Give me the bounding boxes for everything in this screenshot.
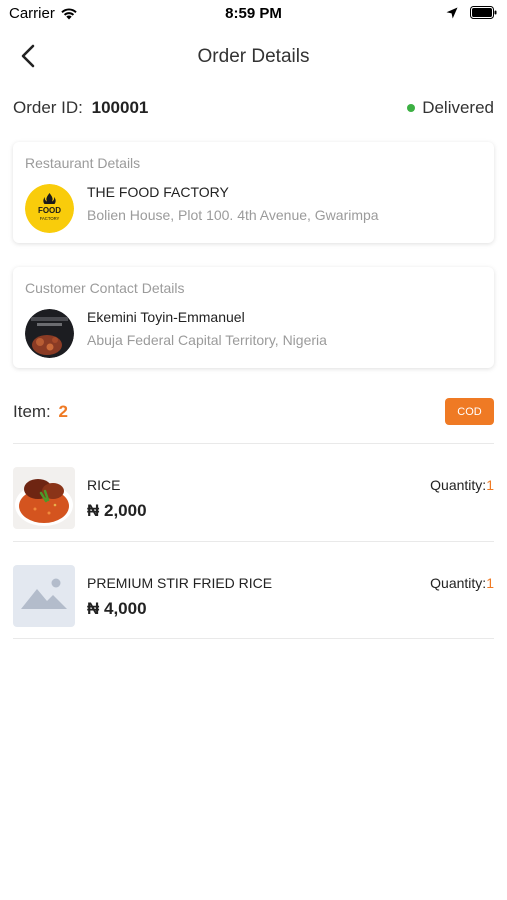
item-quantity-value: 1 [486, 575, 494, 591]
food-photo-icon [13, 467, 75, 529]
page-title: Order Details [197, 46, 310, 67]
customer-card-title: Customer Contact Details [25, 280, 185, 296]
payment-method-badge[interactable]: COD [445, 398, 494, 425]
customer-contact-card: Customer Contact Details Ekemini Toyin-E… [13, 267, 494, 368]
customer-name[interactable]: Ekemini Toyin-Emmanuel [87, 309, 245, 325]
item-quantity: Quantity:1 [430, 575, 494, 591]
navigation-bar: Order Details [0, 36, 507, 76]
order-item[interactable]: PREMIUM STIR FRIED RICE ₦ 4,000 Quantity… [13, 565, 494, 627]
battery-icon [470, 6, 497, 19]
order-item[interactable]: RICE ₦ 2,000 Quantity:1 [13, 467, 494, 529]
item-count-label: Item: [13, 402, 51, 421]
clock: 8:59 PM [225, 5, 282, 22]
customer-photo-icon [25, 309, 74, 358]
item-price: ₦ 4,000 [87, 599, 147, 618]
item-quantity: Quantity:1 [430, 477, 494, 493]
customer-avatar [25, 309, 74, 358]
restaurant-logo-icon: FOOD FACTORY [25, 184, 74, 233]
order-status: Delivered [407, 98, 494, 118]
item-count: Item: 2 [13, 402, 68, 422]
restaurant-card-title: Restaurant Details [25, 155, 141, 171]
item-name: PREMIUM STIR FRIED RICE [87, 575, 273, 591]
order-status-label: Delivered [422, 98, 494, 117]
item-quantity-value: 1 [486, 477, 494, 493]
restaurant-logo-subtext: FACTORY [40, 216, 60, 221]
item-quantity-label: Quantity: [430, 477, 487, 493]
status-bar: Carrier 8:59 PM [0, 0, 507, 28]
item-quantity-label: Quantity: [430, 575, 487, 591]
item-thumbnail [13, 467, 75, 529]
restaurant-address: Bolien House, Plot 100. 4th Avenue, Gwar… [87, 207, 379, 223]
items-summary-row: Item: 2 COD [13, 398, 494, 425]
location-arrow-icon [446, 7, 458, 18]
restaurant-logo: FOOD FACTORY [25, 184, 74, 233]
status-indicators [446, 6, 497, 19]
order-id-value: 100001 [91, 98, 149, 117]
restaurant-name: THE FOOD FACTORY [87, 184, 229, 200]
image-placeholder-icon [13, 565, 75, 627]
order-id: Order ID: 100001 [13, 98, 148, 118]
item-price: ₦ 2,000 [87, 501, 147, 520]
divider [13, 443, 494, 444]
divider [13, 541, 494, 542]
restaurant-logo-text: FOOD [38, 206, 61, 215]
restaurant-details-card: Restaurant Details FOOD FACTORY THE FOOD… [13, 142, 494, 243]
customer-address: Abuja Federal Capital Territory, Nigeria [87, 332, 327, 348]
item-thumbnail [13, 565, 75, 627]
status-dot-icon [407, 104, 416, 112]
item-count-value: 2 [58, 402, 68, 421]
order-id-label: Order ID: [13, 98, 83, 117]
order-summary-row: Order ID: 100001 Delivered [13, 98, 494, 120]
divider [13, 638, 494, 639]
item-name: RICE [87, 477, 121, 493]
